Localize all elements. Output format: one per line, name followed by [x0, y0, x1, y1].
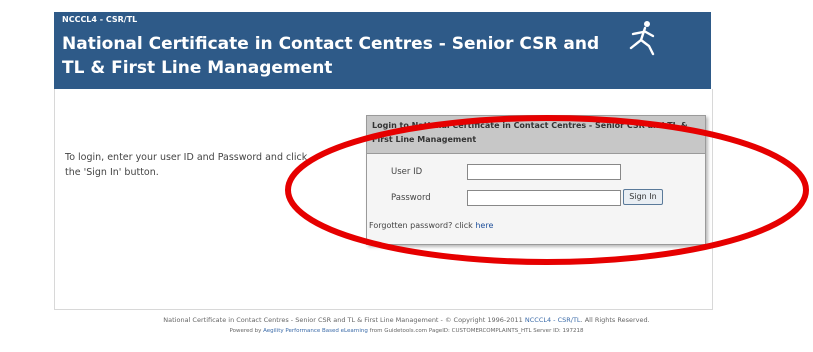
footer-copyright: National Certificate in Contact Centres … — [0, 316, 813, 324]
login-instructions: To login, enter your user ID and Passwor… — [65, 152, 308, 178]
footer-powered-mid: from Guidetools.com — [369, 328, 428, 334]
footer-powered-prefix: Powered by — [229, 328, 262, 334]
footer-powered-by: Powered by Aegility Performance Based eL… — [0, 328, 813, 334]
footer-page-id: PageID: CUSTOMERCOMPLAINTS_HTL Server ID… — [428, 328, 584, 334]
footer-rights: . All Rights Reserved. — [580, 316, 650, 324]
running-figure-logo-icon — [629, 21, 655, 56]
course-code: NCCCL4 - CSR/TL — [62, 15, 138, 24]
red-annotation-ellipse — [285, 115, 809, 265]
course-title: National Certificate in Contact Centres … — [62, 34, 600, 78]
footer-copyright-text: National Certificate in Contact Centres … — [163, 316, 523, 324]
course-banner: NCCCL4 - CSR/TL National Certificate in … — [54, 12, 711, 89]
footer-course-link[interactable]: NCCCL4 - CSR/TL — [525, 316, 581, 324]
footer-aegility-link[interactable]: Aegility Performance Based eLearning — [263, 328, 368, 334]
